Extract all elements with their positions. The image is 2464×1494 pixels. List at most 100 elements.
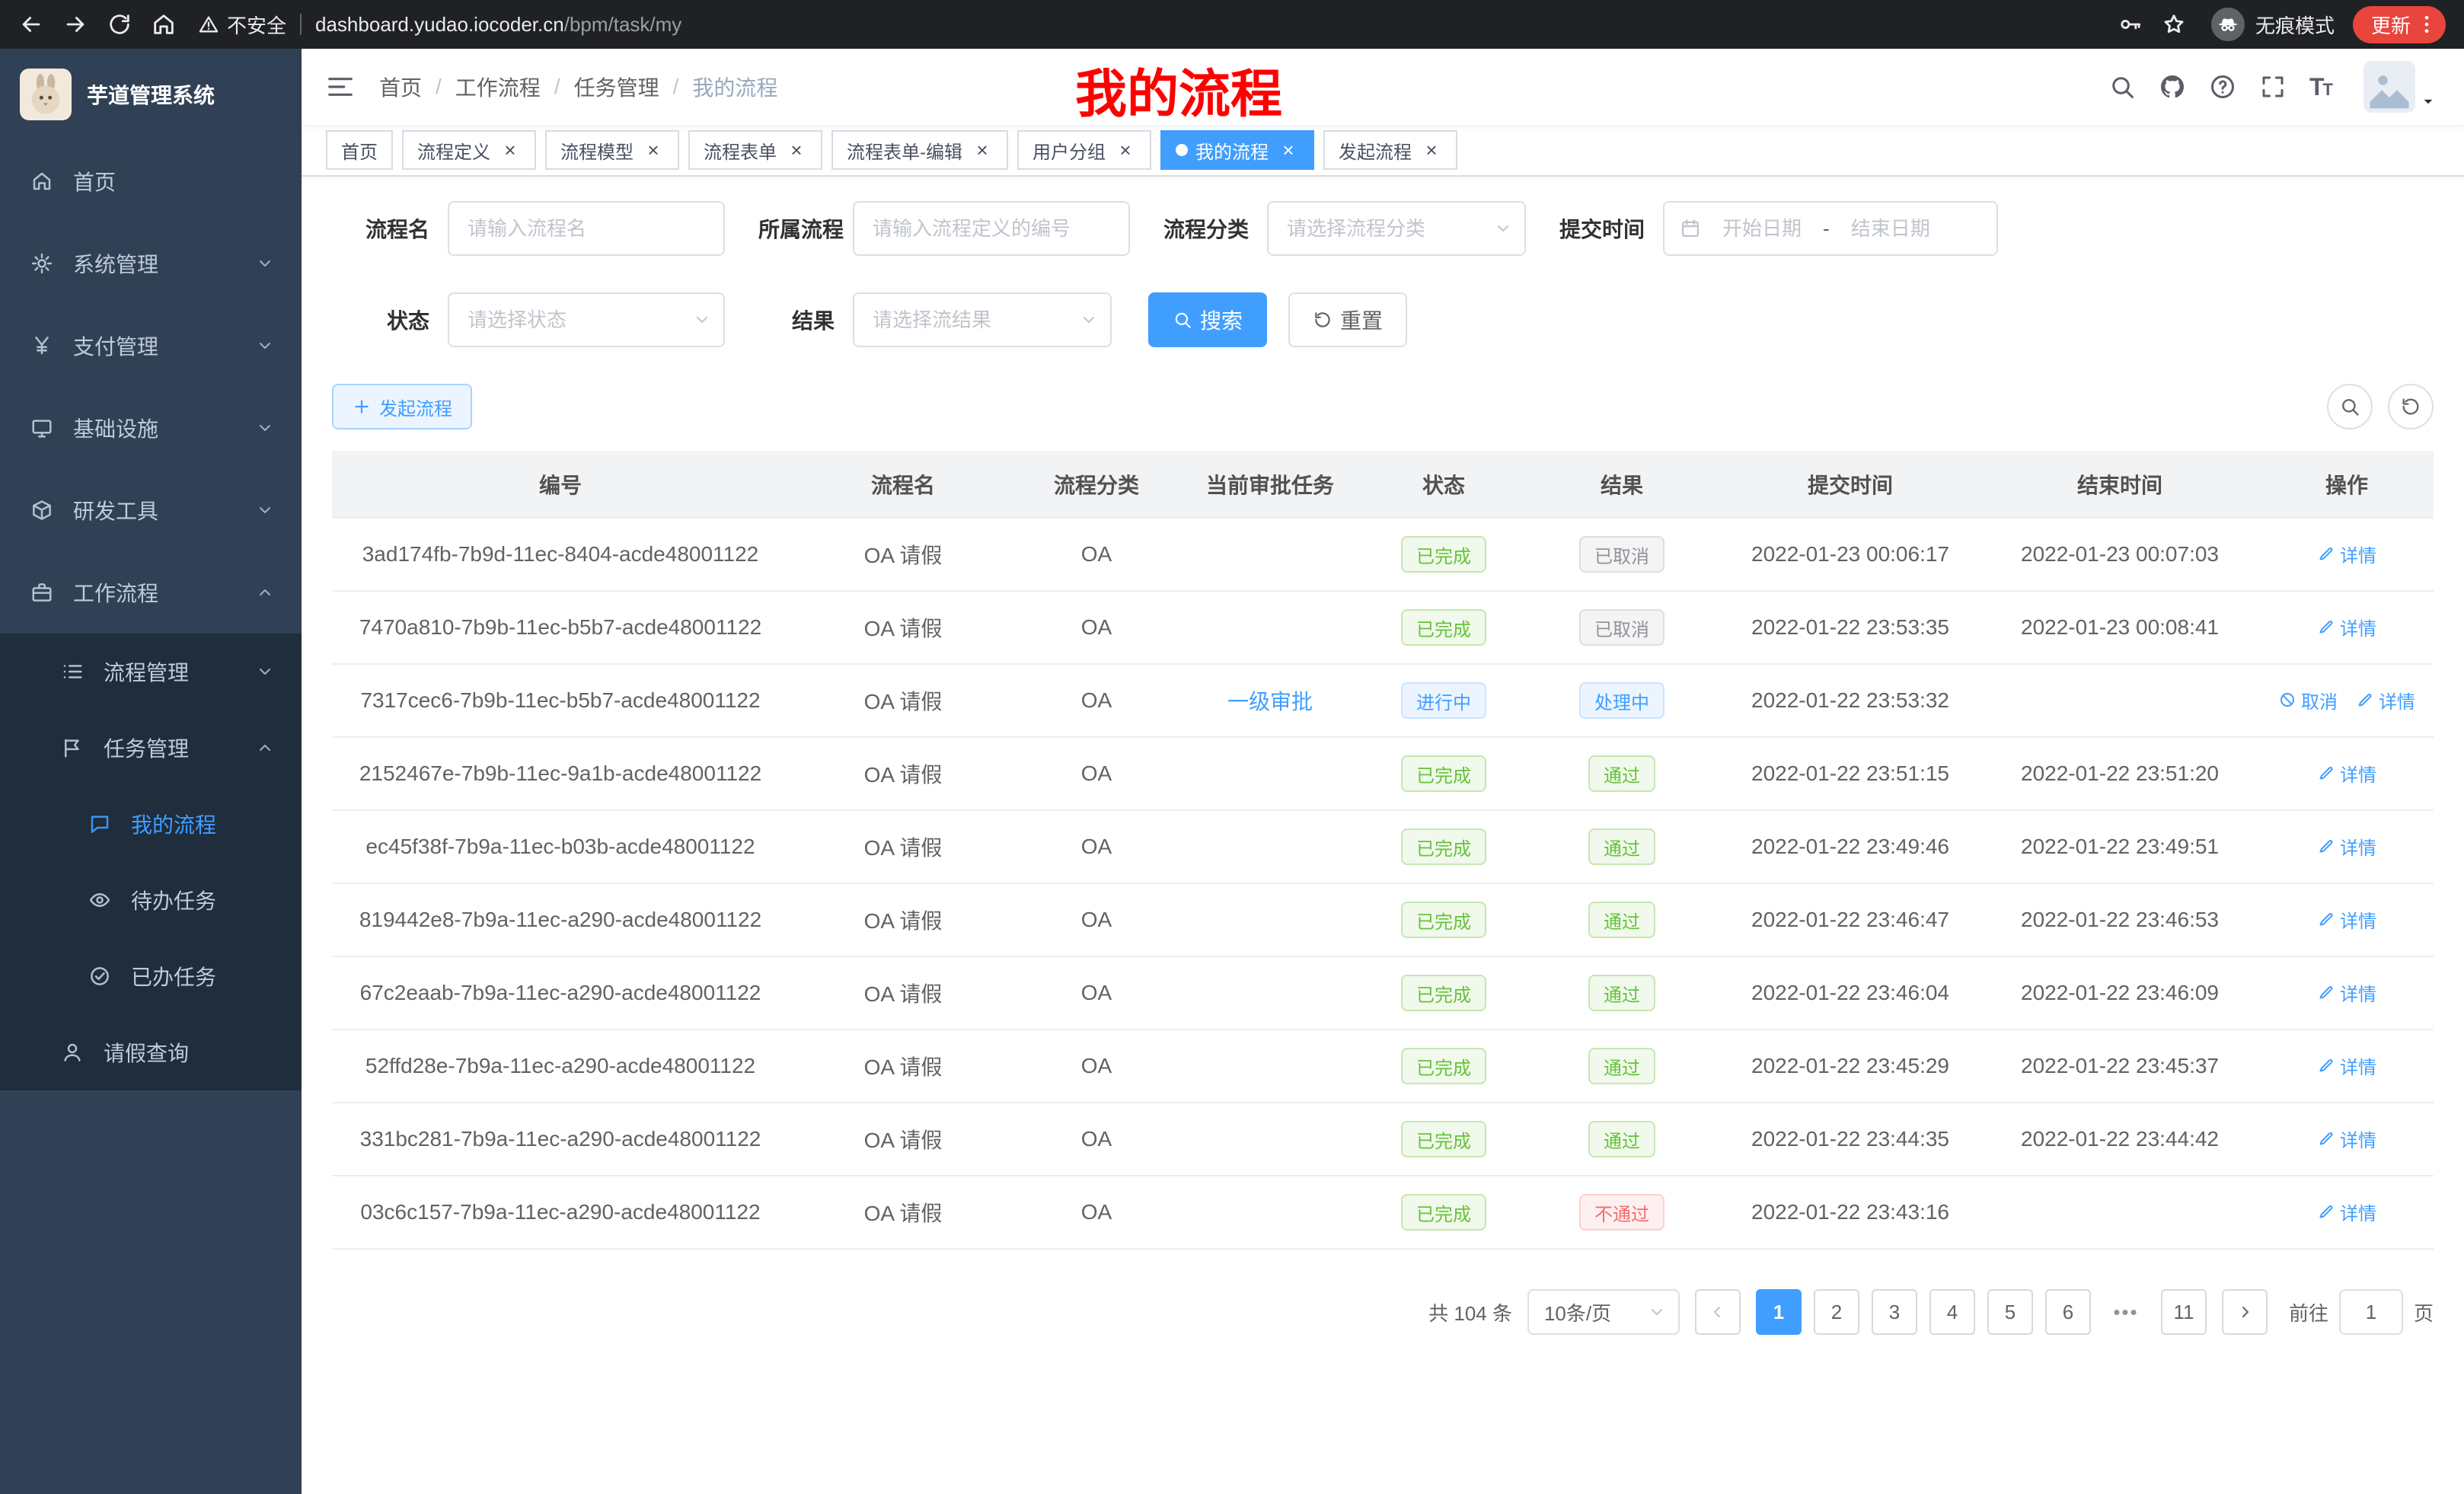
prev-page-button[interactable] (1695, 1289, 1741, 1335)
refresh-table-button[interactable] (2388, 384, 2434, 429)
close-icon[interactable]: × (1278, 139, 1299, 161)
tab-user-group[interactable]: 用户分组× (1017, 130, 1151, 170)
detail-action-link[interactable]: 详情 (2317, 906, 2376, 933)
category-select[interactable] (1267, 201, 1526, 256)
tab-home[interactable]: 首页 (326, 130, 393, 170)
submit-time-range-picker[interactable]: - (1663, 201, 1998, 256)
page-button-3[interactable]: 3 (1872, 1289, 1917, 1335)
yen-icon (30, 334, 53, 357)
tab-process-form-edit[interactable]: 流程表单-编辑× (831, 130, 1008, 170)
goto-unit: 页 (2414, 1298, 2434, 1326)
detail-action-link[interactable]: 详情 (2317, 1125, 2376, 1152)
pagination-ellipsis[interactable]: ••• (2103, 1289, 2149, 1335)
page-button-1[interactable]: 1 (1756, 1289, 1802, 1335)
result-tag: 通过 (1588, 902, 1655, 938)
browser-menu-icon[interactable] (2415, 13, 2438, 36)
close-icon[interactable]: × (643, 139, 664, 161)
app-logo[interactable]: 芋道管理系统 (0, 49, 302, 140)
goto-page-input[interactable] (2339, 1289, 2403, 1335)
start-date-input[interactable] (1709, 217, 1815, 241)
sidebar-item-workflow[interactable]: 工作流程 (0, 551, 302, 634)
page-button-6[interactable]: 6 (2045, 1289, 2091, 1335)
sidebar-item-system-management[interactable]: 系统管理 (0, 222, 302, 305)
sidebar-item-task-management[interactable]: 任务管理 (0, 710, 302, 786)
page-size-select[interactable]: 10条/页 (1527, 1289, 1680, 1335)
cell-submit-time: 2022-01-22 23:46:47 (1721, 883, 1980, 956)
user-avatar[interactable] (2363, 61, 2415, 113)
result-select[interactable] (853, 292, 1112, 347)
detail-action-link[interactable]: 详情 (2317, 1199, 2376, 1225)
status-select[interactable] (448, 292, 725, 347)
fullscreen-icon[interactable] (2259, 73, 2287, 101)
sidebar-item-payment-management[interactable]: 支付管理 (0, 305, 302, 387)
cell-current-task (1176, 883, 1364, 956)
detail-action-link[interactable]: 详情 (2356, 687, 2415, 713)
result-select-input[interactable] (873, 308, 1080, 332)
tab-process-definition[interactable]: 流程定义× (402, 130, 536, 170)
detail-action-link[interactable]: 详情 (2317, 760, 2376, 787)
sidebar-item-todo-tasks[interactable]: 待办任务 (0, 862, 302, 938)
github-icon[interactable] (2159, 73, 2186, 101)
close-icon[interactable]: × (786, 139, 807, 161)
sidebar-item-leave-query[interactable]: 请假查询 (0, 1014, 302, 1090)
password-key-icon[interactable] (2117, 11, 2143, 37)
tab-start-process[interactable]: 发起流程× (1323, 130, 1457, 170)
table-row: 7470a810-7b9b-11ec-b5b7-acde48001122OA 请… (332, 591, 2434, 664)
sidebar-item-process-management[interactable]: 流程管理 (0, 634, 302, 710)
sidebar-item-home[interactable]: 首页 (0, 140, 302, 222)
plus-icon (352, 397, 372, 417)
cell-status: 已完成 (1364, 1030, 1523, 1103)
page-button-11[interactable]: 11 (2161, 1289, 2207, 1335)
breadcrumb-item[interactable]: 任务管理 (574, 72, 659, 102)
browser-forward-icon[interactable] (62, 11, 88, 37)
search-icon[interactable] (2108, 73, 2136, 101)
column-header: 结束时间 (1980, 451, 2260, 518)
tab-my-process[interactable]: 我的流程× (1160, 130, 1314, 170)
cancel-action-link[interactable]: 取消 (2278, 687, 2338, 713)
hamburger-icon[interactable] (326, 72, 355, 101)
detail-action-link[interactable]: 详情 (2317, 614, 2376, 640)
sidebar-item-dev-tools[interactable]: 研发工具 (0, 469, 302, 551)
toggle-search-button[interactable] (2327, 384, 2373, 429)
page-button-2[interactable]: 2 (1814, 1289, 1859, 1335)
close-icon[interactable]: × (1115, 139, 1136, 161)
process-definition-input[interactable] (853, 201, 1130, 256)
create-process-button[interactable]: 发起流程 (332, 384, 472, 429)
sidebar-item-infrastructure[interactable]: 基础设施 (0, 387, 302, 469)
column-header: 编号 (332, 451, 789, 518)
detail-action-link[interactable]: 详情 (2317, 833, 2376, 860)
breadcrumb-item[interactable]: 首页 (379, 72, 422, 102)
category-select-input[interactable] (1287, 217, 1494, 241)
browser-back-icon[interactable] (18, 11, 44, 37)
close-icon[interactable]: × (972, 139, 993, 161)
pagination-total: 共 104 条 (1428, 1298, 1512, 1326)
help-icon[interactable] (2209, 73, 2236, 101)
status-select-input[interactable] (468, 308, 693, 332)
cell-current-task (1176, 518, 1364, 591)
bookmark-star-icon[interactable] (2161, 11, 2187, 37)
update-button[interactable]: 更新 (2353, 6, 2446, 43)
reset-button[interactable]: 重置 (1288, 292, 1407, 347)
sidebar-item-done-tasks[interactable]: 已办任务 (0, 938, 302, 1014)
close-icon[interactable]: × (1421, 139, 1442, 161)
breadcrumb-item[interactable]: 工作流程 (455, 72, 541, 102)
process-name-input[interactable] (448, 201, 725, 256)
detail-action-link[interactable]: 详情 (2317, 541, 2376, 567)
detail-action-link[interactable]: 详情 (2317, 979, 2376, 1006)
font-size-icon[interactable]: TT (2309, 73, 2332, 101)
detail-action-link[interactable]: 详情 (2317, 1052, 2376, 1079)
address-bar[interactable]: 不安全 dashboard.yudao.iocoder.cn/bpm/task/… (198, 11, 2095, 39)
search-button[interactable]: 搜索 (1148, 292, 1267, 347)
next-page-button[interactable] (2222, 1289, 2268, 1335)
browser-home-icon[interactable] (151, 11, 177, 37)
close-icon[interactable]: × (500, 139, 521, 161)
sidebar-item-label: 请假查询 (104, 1037, 189, 1068)
current-task-link[interactable]: 一级审批 (1227, 690, 1313, 713)
sidebar-item-my-process[interactable]: 我的流程 (0, 786, 302, 862)
tab-process-form[interactable]: 流程表单× (688, 130, 822, 170)
end-date-input[interactable] (1837, 217, 1944, 241)
tab-process-model[interactable]: 流程模型× (545, 130, 679, 170)
browser-reload-icon[interactable] (107, 11, 132, 37)
page-button-4[interactable]: 4 (1929, 1289, 1975, 1335)
page-button-5[interactable]: 5 (1987, 1289, 2033, 1335)
